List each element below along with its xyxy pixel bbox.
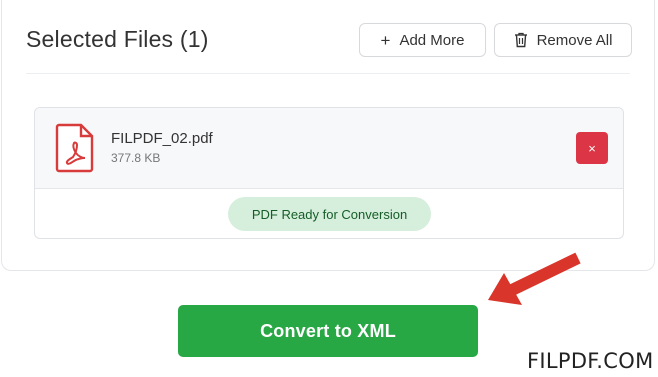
remove-all-label: Remove All: [536, 31, 613, 49]
remove-file-button[interactable]: ×: [576, 132, 608, 164]
pdf-file-icon: [55, 123, 94, 173]
file-size: 377.8 KB: [111, 151, 161, 165]
status-badge: PDF Ready for Conversion: [228, 197, 431, 231]
divider: [26, 73, 630, 74]
page-title: Selected Files (1): [26, 26, 209, 52]
trash-icon: [514, 32, 527, 48]
remove-all-button[interactable]: Remove All: [494, 23, 632, 57]
close-icon: ×: [588, 140, 596, 156]
plus-icon: +: [380, 30, 391, 50]
file-row: FILPDF_02.pdf 377.8 KB ×: [35, 108, 623, 189]
red-arrow-icon: [488, 252, 581, 305]
add-more-button[interactable]: + Add More: [359, 23, 486, 57]
convert-to-xml-button[interactable]: Convert to XML: [178, 305, 478, 357]
watermark: FILPDF.COM: [527, 349, 654, 373]
file-item: FILPDF_02.pdf 377.8 KB × PDF Ready for C…: [34, 107, 624, 239]
file-name: FILPDF_02.pdf: [111, 130, 213, 147]
selected-files-panel: Selected Files (1) + Add More Remove All…: [1, 0, 655, 271]
add-more-label: Add More: [399, 31, 465, 49]
